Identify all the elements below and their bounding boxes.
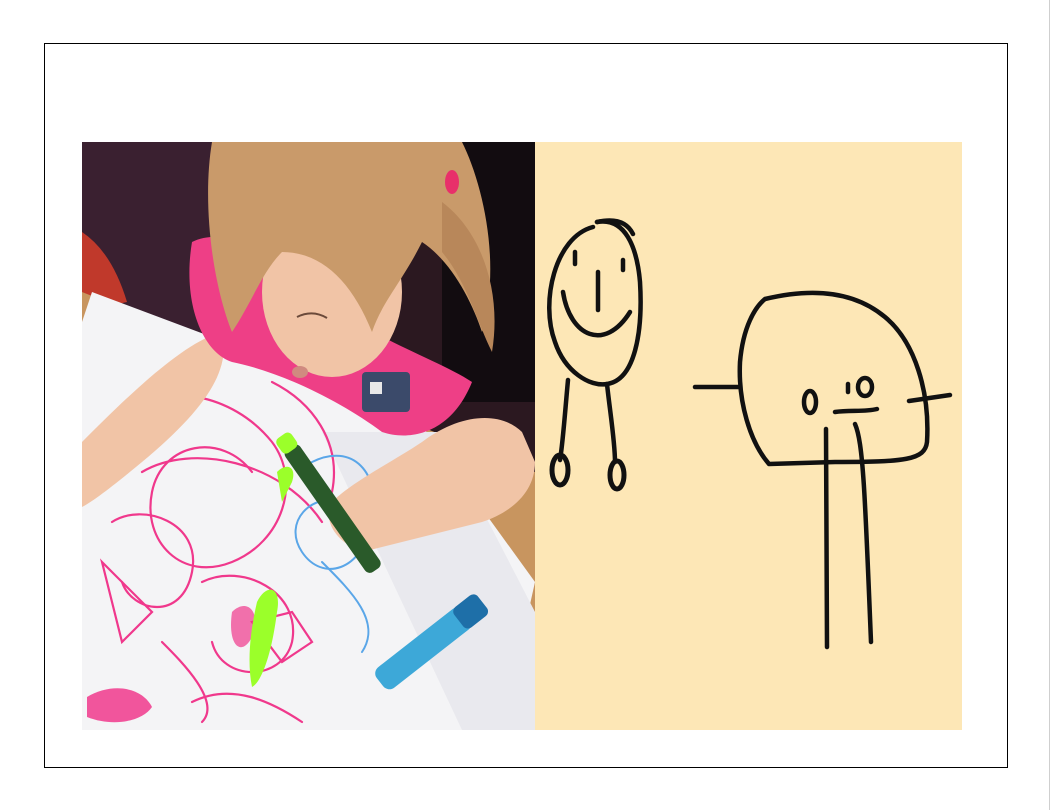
stick-figure-drawing [535, 142, 962, 730]
scrollbar-edge [1049, 0, 1050, 810]
photo-illustration [82, 142, 535, 730]
drawing-illustration [535, 142, 962, 730]
child-drawing-photo [82, 142, 535, 730]
